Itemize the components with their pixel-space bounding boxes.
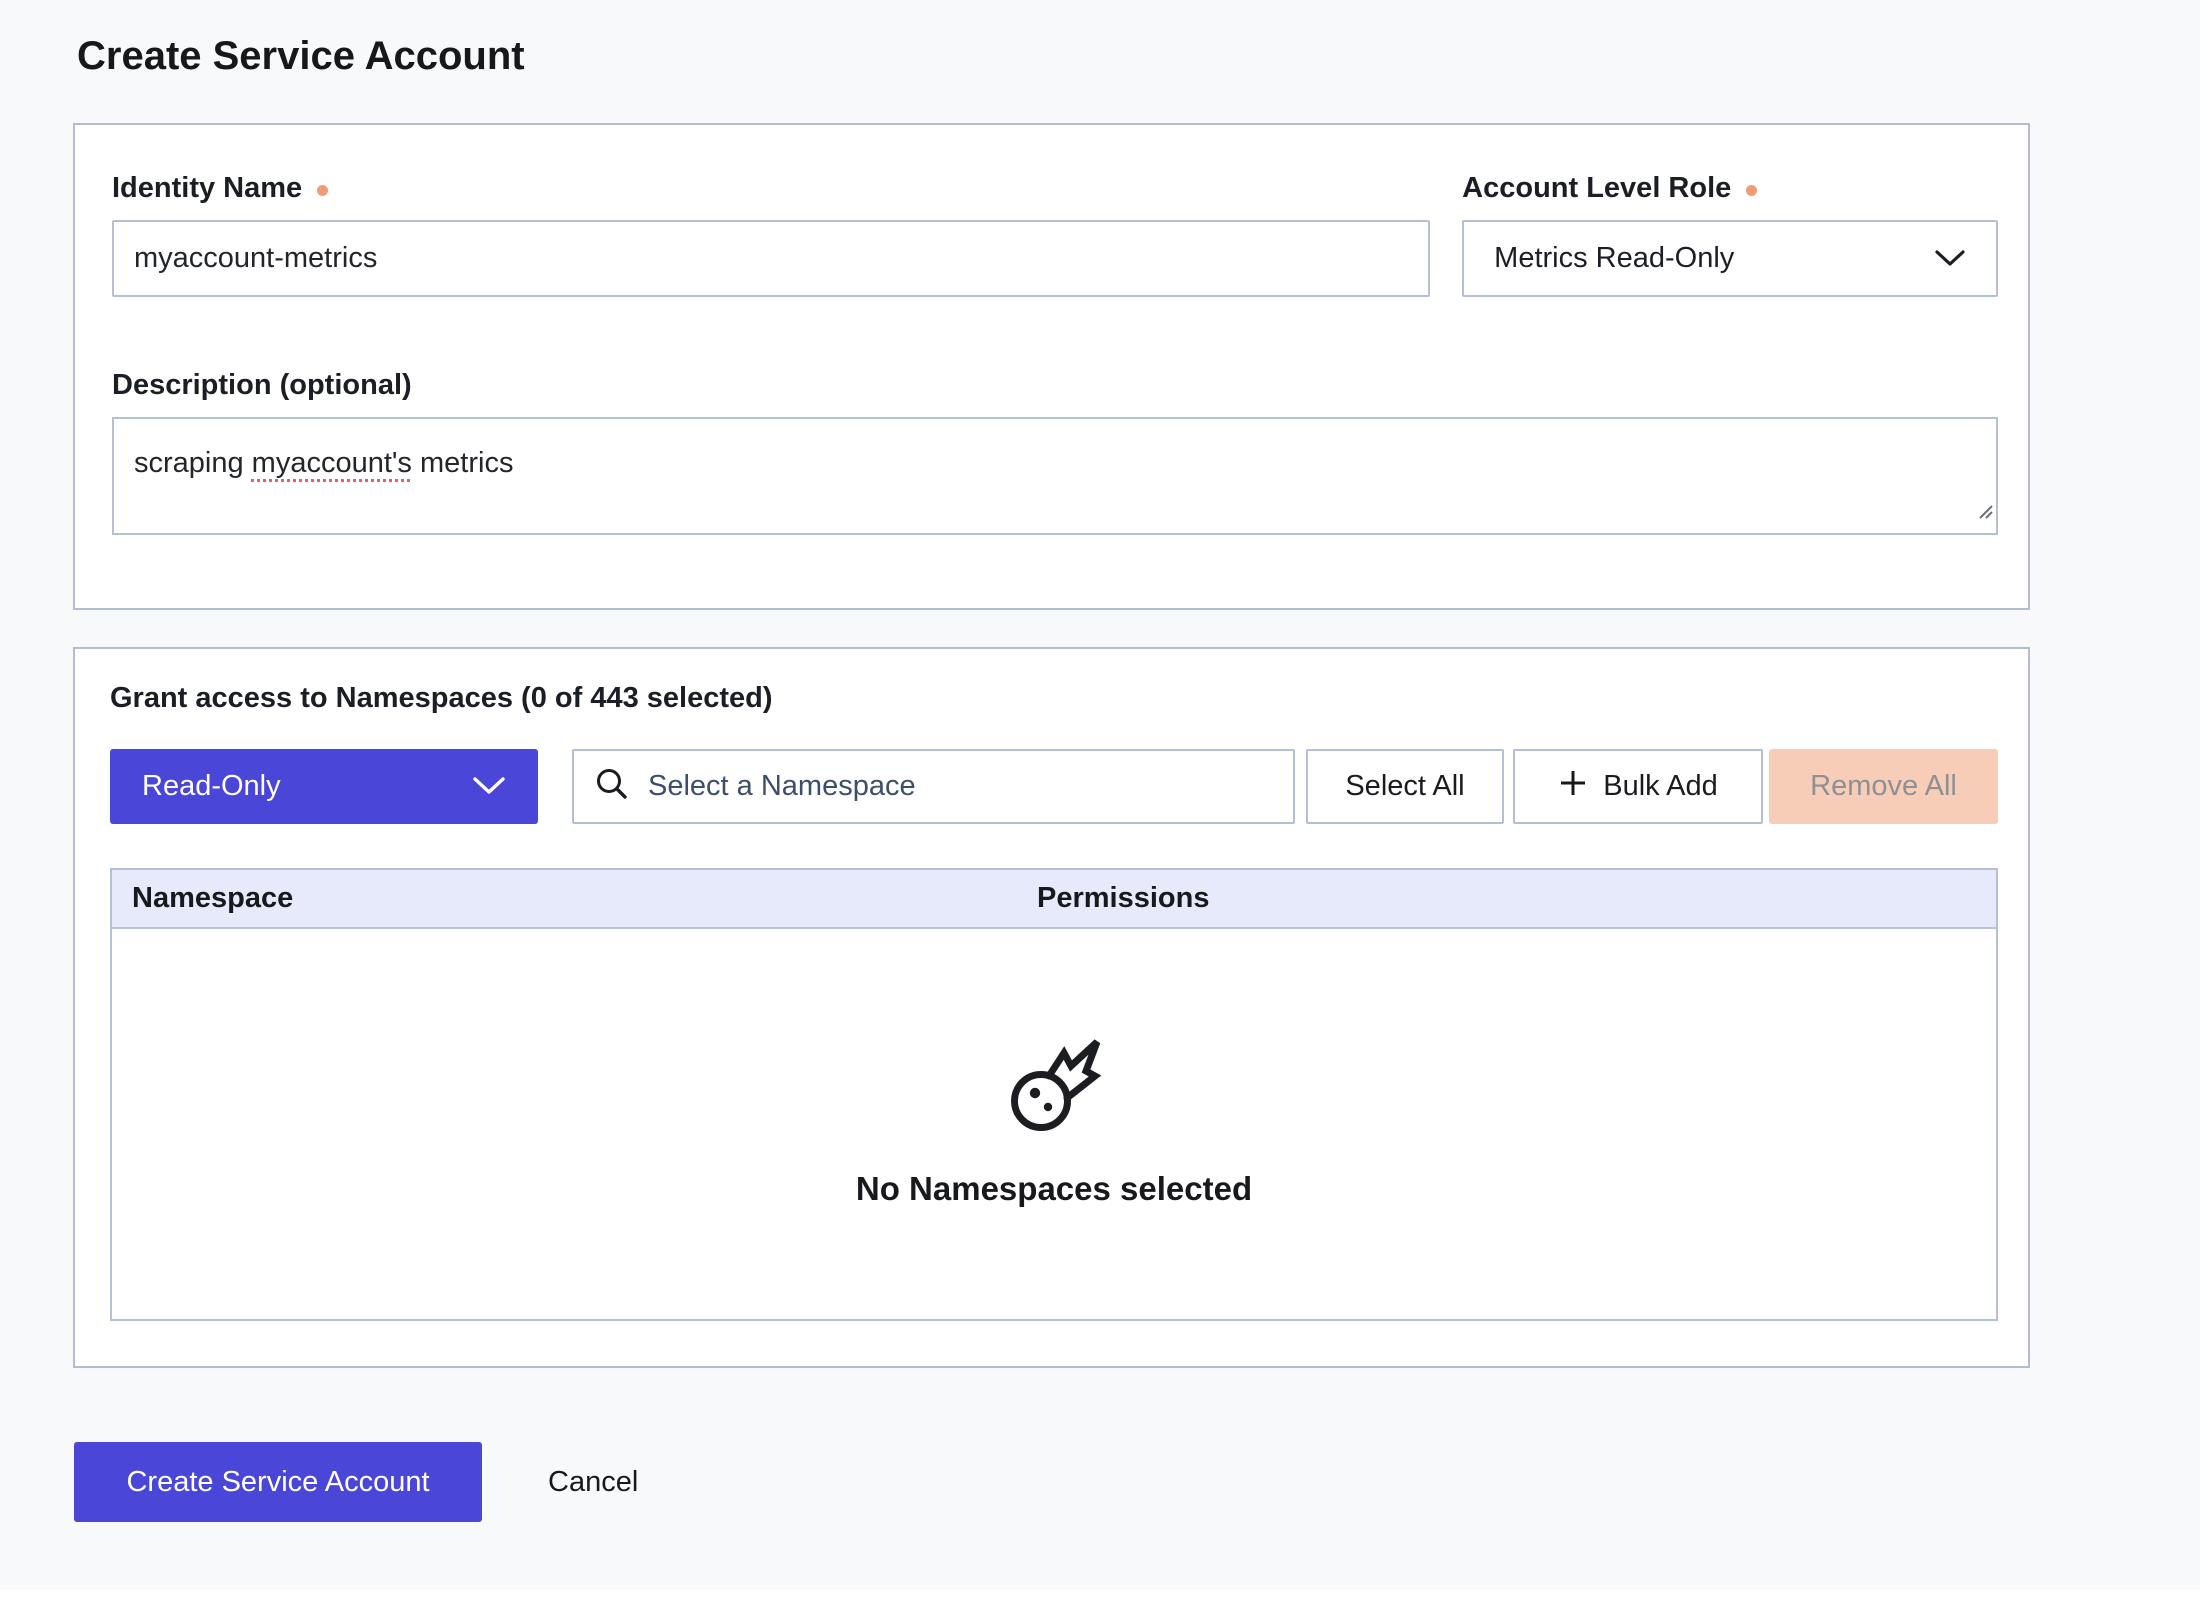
remove-all-button[interactable]: Remove All bbox=[1769, 749, 1998, 824]
identity-name-field: Identity Name bbox=[112, 170, 1430, 297]
namespaces-toolbar: Read-Only Select All bbox=[110, 749, 1998, 824]
create-service-account-button[interactable]: Create Service Account bbox=[74, 1442, 482, 1522]
column-header-permissions: Permissions bbox=[1037, 882, 1209, 915]
select-all-button[interactable]: Select All bbox=[1306, 749, 1504, 824]
column-header-namespace: Namespace bbox=[112, 882, 1037, 915]
required-dot bbox=[1746, 185, 1757, 196]
namespaces-heading: Grant access to Namespaces (0 of 443 sel… bbox=[110, 682, 1998, 715]
permission-role-dropdown[interactable]: Read-Only bbox=[110, 749, 538, 824]
comet-icon bbox=[1006, 1035, 1102, 1144]
account-level-role-field: Account Level Role Metrics Read-Only bbox=[1462, 170, 1998, 297]
identity-row: Identity Name Account Level Role Metrics… bbox=[112, 170, 1998, 297]
namespaces-card: Grant access to Namespaces (0 of 443 sel… bbox=[73, 647, 2030, 1368]
namespaces-table-header: Namespace Permissions bbox=[112, 870, 1996, 929]
permission-role-value: Read-Only bbox=[142, 770, 281, 803]
chevron-down-icon bbox=[472, 770, 506, 803]
footer-actions: Create Service Account Cancel bbox=[74, 1442, 2200, 1522]
description-text-misspelled: myaccount's bbox=[252, 447, 412, 479]
namespace-search[interactable] bbox=[572, 749, 1295, 824]
empty-state-message: No Namespaces selected bbox=[856, 1170, 1252, 1208]
identity-name-input[interactable] bbox=[112, 220, 1430, 297]
chevron-down-icon bbox=[1934, 242, 1966, 275]
bulk-add-button[interactable]: Bulk Add bbox=[1513, 749, 1763, 824]
required-dot bbox=[317, 185, 328, 196]
description-textarea[interactable]: scraping myaccount's metrics bbox=[112, 417, 1998, 535]
namespaces-table-body: No Namespaces selected bbox=[112, 929, 1996, 1319]
account-level-role-select[interactable]: Metrics Read-Only bbox=[1462, 220, 1998, 297]
bulk-add-label: Bulk Add bbox=[1603, 770, 1717, 803]
page-title: Create Service Account bbox=[77, 30, 2200, 82]
create-service-account-page: Create Service Account Identity Name Acc… bbox=[0, 30, 2200, 1600]
account-level-role-label: Account Level Role bbox=[1462, 172, 1731, 205]
description-text: metrics bbox=[412, 447, 514, 479]
namespace-search-input[interactable] bbox=[646, 769, 1273, 804]
description-label: Description (optional) bbox=[112, 369, 412, 402]
description-field: Description (optional) scraping myaccoun… bbox=[112, 367, 1998, 535]
identity-name-label: Identity Name bbox=[112, 172, 302, 205]
account-level-role-value: Metrics Read-Only bbox=[1494, 242, 1734, 275]
cancel-button[interactable]: Cancel bbox=[548, 1466, 638, 1499]
bottom-strip bbox=[0, 1590, 2200, 1600]
description-text: scraping bbox=[134, 447, 252, 479]
search-icon bbox=[594, 766, 630, 807]
identity-card: Identity Name Account Level Role Metrics… bbox=[73, 123, 2030, 610]
resize-handle-icon[interactable] bbox=[1976, 491, 1994, 531]
plus-icon bbox=[1558, 768, 1603, 806]
namespaces-table: Namespace Permissions No Namespaces sele… bbox=[110, 868, 1998, 1321]
